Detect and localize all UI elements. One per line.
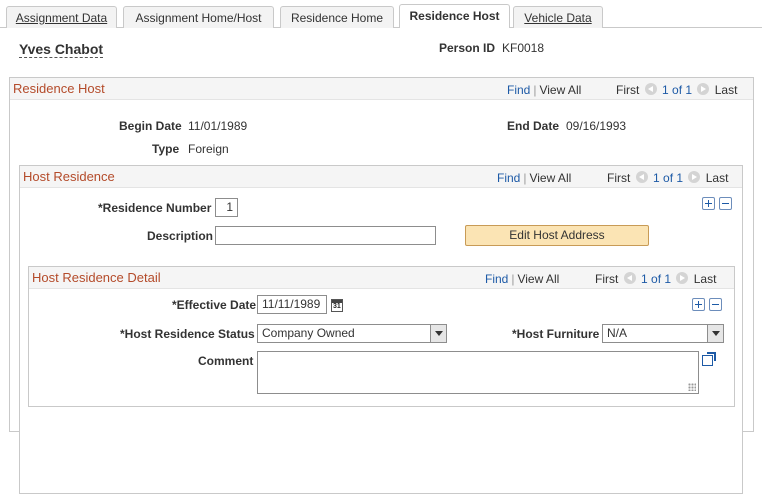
comment-label: Comment (198, 354, 254, 368)
host-residence-nav: Find | View All (497, 171, 571, 185)
host-residence-status-value: Company Owned (262, 326, 355, 340)
edit-host-address-button[interactable]: Edit Host Address (465, 225, 649, 246)
host-residence-detail-group: Host Residence Detail Find | View All Firs… (28, 266, 735, 407)
nav-separator: | (523, 171, 527, 185)
effective-date-input[interactable]: 11/11/1989 (257, 295, 327, 314)
person-id-label: Person ID (439, 41, 496, 55)
calendar-icon-glyph: 31 (333, 303, 341, 310)
begin-date-label: Begin Date (119, 119, 182, 133)
type-label: Type (152, 142, 180, 156)
tab-label: Residence Home (290, 11, 384, 25)
tab-residence-host[interactable]: Residence Host (399, 4, 510, 28)
host-residence-header: Host Residence Find | View All First 1 of … (20, 166, 742, 188)
residence-host-title: Residence Host (13, 81, 105, 96)
chevron-down-icon[interactable] (707, 325, 723, 342)
residence-number-label: *Residence Number (98, 201, 212, 215)
effective-date-label: *Effective Date (172, 298, 257, 312)
plus-icon[interactable] (702, 197, 715, 210)
host-furniture-select[interactable]: N/A (602, 324, 724, 343)
host-residence-detail-nav: Find | View All (485, 272, 559, 286)
description-input[interactable] (215, 226, 436, 245)
chevron-down-icon[interactable] (430, 325, 446, 342)
view-all-link[interactable]: View All (517, 272, 559, 286)
view-all-link[interactable]: View All (529, 171, 571, 185)
begin-date-value: 11/01/1989 (188, 119, 248, 133)
tab-label: Vehicle Data (524, 11, 592, 25)
tab-label: Assignment Data (15, 11, 108, 25)
row-count: 1 of 1 (653, 171, 684, 185)
row-count: 1 of 1 (641, 272, 672, 286)
expand-icon[interactable] (702, 352, 716, 366)
host-residence-detail-title: Host Residence Detail (32, 270, 161, 285)
residence-host-header: Residence Host Find | View All First 1 of … (10, 78, 753, 100)
host-residence-pager: First 1 of 1 Last (607, 171, 728, 185)
residence-host-pager: First 1 of 1 Last (616, 83, 737, 97)
minus-icon[interactable] (709, 298, 722, 311)
tab-label: Assignment Home/Host (135, 11, 262, 25)
host-furniture-value: N/A (607, 326, 628, 340)
calendar-icon[interactable]: 31 (331, 299, 343, 312)
tab-assignment-home-host[interactable]: Assignment Home/Host (123, 6, 274, 28)
view-all-link[interactable]: View All (539, 83, 581, 97)
find-link[interactable]: Find (497, 171, 520, 185)
chevron-right-icon[interactable] (676, 272, 689, 284)
description-label: Description (147, 229, 214, 243)
tab-assignment-data[interactable]: Assignment Data (6, 6, 117, 28)
first-label: First (595, 272, 619, 286)
chevron-right-icon[interactable] (697, 83, 710, 95)
row-count: 1 of 1 (662, 83, 693, 97)
chevron-left-icon[interactable] (635, 171, 648, 183)
end-date-value: 09/16/1993 (566, 119, 627, 133)
comment-textarea[interactable] (257, 351, 699, 394)
chevron-left-icon[interactable] (623, 272, 636, 284)
host-residence-status-select[interactable]: Company Owned (257, 324, 447, 343)
find-link[interactable]: Find (485, 272, 508, 286)
tab-vehicle-data[interactable]: Vehicle Data (513, 6, 603, 28)
first-label: First (607, 171, 631, 185)
first-label: First (616, 83, 640, 97)
residence-host-nav: Find | View All (507, 83, 581, 97)
plus-icon[interactable] (692, 298, 705, 311)
find-link[interactable]: Find (507, 83, 530, 97)
host-residence-title: Host Residence (23, 169, 115, 184)
residence-host-group: Residence Host Find | View All First 1 of … (9, 77, 754, 494)
tab-label: Residence Host (409, 9, 500, 23)
chevron-right-icon[interactable] (688, 171, 701, 183)
residence-number-input[interactable]: 1 (215, 198, 238, 217)
host-residence-detail-header: Host Residence Detail Find | View All Firs… (29, 267, 734, 289)
person-id-value: KF0018 (502, 41, 545, 55)
host-furniture-label: *Host Furniture (512, 327, 600, 341)
type-value: Foreign (188, 142, 229, 156)
tab-residence-home[interactable]: Residence Home (280, 6, 394, 28)
chevron-left-icon[interactable] (644, 83, 657, 95)
tab-bar: Assignment Data Assignment Home/Host Res… (0, 0, 762, 28)
host-residence-detail-pager: First 1 of 1 Last (595, 272, 716, 286)
host-residence-status-label: *Host Residence Status (120, 327, 255, 341)
person-name[interactable]: Yves Chabot (19, 42, 104, 58)
nav-separator: | (533, 83, 537, 97)
last-label: Last (693, 272, 717, 286)
minus-icon[interactable] (719, 197, 732, 210)
last-label: Last (705, 171, 729, 185)
nav-separator: | (511, 272, 515, 286)
host-residence-group: Host Residence Find | View All First 1 of … (19, 165, 743, 494)
resize-grip-icon[interactable] (688, 383, 696, 391)
last-label: Last (714, 83, 738, 97)
end-date-label: End Date (507, 119, 560, 133)
